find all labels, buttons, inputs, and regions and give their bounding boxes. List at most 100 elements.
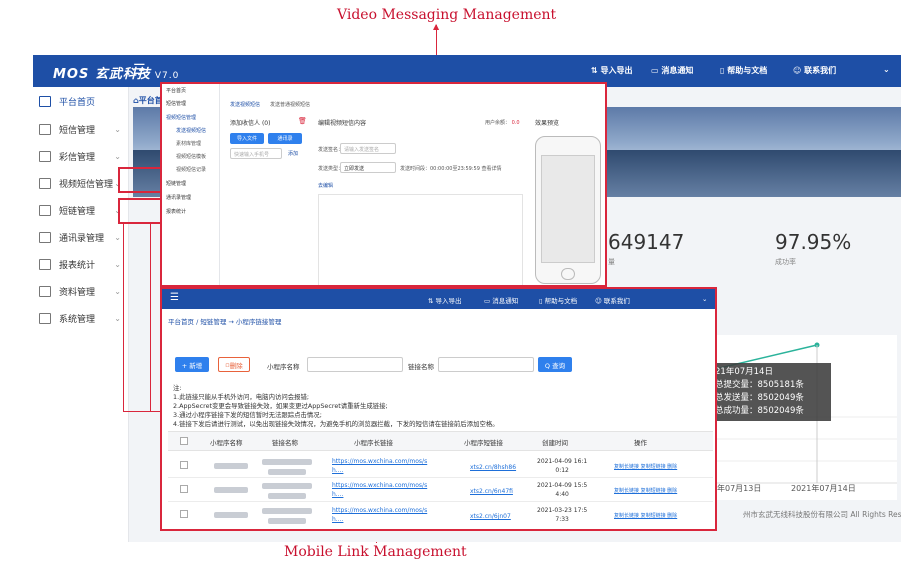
contact-link[interactable]: ☺ 联系我们 (793, 65, 836, 76)
blurred-link-name (262, 459, 312, 465)
blurred-link-name (262, 483, 312, 489)
video-panel-sidebar: 平台首页 短信管理 视频短信管理 发送视频短信 素材库管理 视频短信模板 视频短… (162, 84, 220, 285)
add-button[interactable]: + 新增 (175, 357, 209, 372)
stat-label-2: 成功率 (775, 258, 796, 266)
edit-content-link[interactable]: 去编辑 (318, 182, 333, 189)
home-icon (39, 96, 51, 107)
note-line: 3.通过小程序链接下发的短信暂时无法跟踪点击情况; (173, 411, 322, 419)
row-divider (168, 501, 713, 502)
menu-toggle-icon[interactable]: ☰ (133, 62, 146, 78)
recipient-title: 添加收信人 (0) (230, 120, 271, 127)
sign-input[interactable]: 请输入发送签名 (340, 143, 396, 154)
sidebar-item-send-video[interactable]: 发送视频短信 (176, 127, 206, 134)
row-actions[interactable]: 复制长链接 复制短链接 删除 (614, 487, 677, 496)
tab-send-video[interactable]: 发送视频短信 (230, 101, 260, 108)
import-file-button[interactable]: 导入文件 (230, 133, 264, 144)
preview-title: 效果预览 (535, 120, 560, 127)
content-editor-area[interactable] (318, 194, 523, 285)
sidebar-item-record[interactable]: 视频短信记录 (176, 166, 206, 173)
help-link[interactable]: ▯ 帮助与文档 (539, 295, 577, 305)
link-name-input[interactable] (438, 357, 534, 372)
short-link[interactable]: xts2.cn/6jn07 (470, 512, 511, 521)
user-dropdown-icon[interactable]: ⌄ (702, 295, 707, 303)
chevron-down-icon: ⌄ (114, 287, 121, 296)
sidebar-item-home[interactable]: 平台首页 (33, 89, 129, 114)
long-link[interactable]: https://mos.wxchina.com/mos/s h.... (332, 481, 427, 499)
long-link[interactable]: https://mos.wxchina.com/mos/s h.... (332, 506, 427, 524)
sidebar-item-mms[interactable]: 彩信管理 ⌄ (33, 144, 129, 169)
search-button[interactable]: Q 查询 (538, 357, 572, 372)
stat-value-1: 649147 (608, 230, 685, 254)
notice-link[interactable]: ▭ 消息通知 (651, 65, 693, 76)
select-all-checkbox[interactable] (180, 437, 188, 445)
blurred-mini-name (214, 487, 248, 493)
send-type-select[interactable]: 立即发送 (340, 162, 396, 173)
smile-icon: ☺ (595, 297, 602, 305)
recipient-add-link[interactable]: 添加 (288, 150, 298, 157)
sidebar-item-contacts[interactable]: 通讯录管理 ⌄ (33, 225, 129, 250)
sidebar-item-reports[interactable]: 报表统计 ⌄ (33, 252, 129, 277)
tab-send-normal-video[interactable]: 发送普通视频短信 (270, 101, 310, 108)
chart-tooltip: 21年07月14日 总提交量：8505181条 总发送量：8502049条 总成… (711, 363, 831, 421)
sidebar-item-home[interactable]: 平台首页 (166, 87, 186, 94)
connector-line (123, 224, 124, 412)
sidebar-item-contacts[interactable]: 通讯录管理 (166, 194, 191, 201)
mini-name-label: 小程序名称 (267, 363, 300, 371)
stat-label-1: 量 (608, 258, 615, 266)
user-dropdown-icon[interactable]: ⌄ (883, 65, 890, 74)
sidebar-item-sms[interactable]: 短信管理 ⌄ (33, 117, 129, 142)
book-icon: ▯ (720, 66, 725, 75)
x-tick-label: 2021年07月14日 (791, 484, 856, 493)
long-link[interactable]: https://mos.wxchina.com/mos/s h.... (332, 457, 427, 475)
row-actions[interactable]: 复制长链接 复制短链接 删除 (614, 463, 677, 472)
phone-screen (541, 155, 595, 263)
mini-name-input[interactable] (307, 357, 403, 372)
address-book-button[interactable]: 通讯录 (268, 133, 302, 144)
row-checkbox[interactable] (180, 510, 188, 518)
phone-preview (535, 136, 601, 284)
note-line: 2.AppSecret变更会导致链接失效，如果变更过AppSecret请重新生成… (173, 402, 388, 410)
row-checkbox[interactable] (180, 485, 188, 493)
link-breadcrumb[interactable]: 平台首页 / 短链管理 → 小程序链接管理 (168, 316, 281, 326)
notice-link[interactable]: ▭ 消息通知 (484, 295, 518, 305)
sidebar-item-video-sms[interactable]: 视频短信管理 ⌄ (33, 171, 129, 196)
sidebar-item-sms[interactable]: 短信管理 (166, 100, 186, 107)
short-link[interactable]: xts2.cn/6n47fi (470, 487, 513, 496)
image-icon (39, 151, 51, 162)
contact-link[interactable]: ☺ 联系我们 (595, 295, 630, 305)
sidebar-item-system[interactable]: 系统管理 ⌄ (33, 306, 129, 331)
sidebar-item-materials[interactable]: 资料管理 ⌄ (33, 279, 129, 304)
help-link[interactable]: ▯ 帮助与文档 (720, 65, 767, 76)
mail-icon (39, 124, 51, 135)
recipient-input[interactable]: 快速输入手机号 (230, 148, 282, 159)
highlight-video-sms (118, 167, 162, 193)
note-line: 4.链接下发后请进行测试，以免出现链接失效情况，为避免手机的浏览器拦截，下发的短… (173, 420, 499, 428)
sidebar-item-short-link[interactable]: 短链管理 (166, 180, 186, 187)
sidebar-item-short-link[interactable]: 短链管理 ⌄ (33, 198, 129, 223)
balance-hint: 用户余额： 0.0 (485, 120, 520, 126)
row-checkbox[interactable] (180, 461, 188, 469)
menu-toggle-icon[interactable]: ☰ (170, 292, 179, 303)
stat-value-2: 97.95% (775, 230, 852, 254)
trash-icon[interactable]: 🗑 (298, 117, 307, 125)
sidebar-item-reports[interactable]: 报表统计 (166, 208, 186, 215)
folder-icon (39, 313, 51, 324)
report-icon (39, 259, 51, 270)
created-time: 2021-03-23 17:5 7:33 (537, 507, 588, 523)
table-header: 小程序名称 链接名称 小程序长链接 小程序短链接 创建时间 操作 (168, 431, 713, 451)
sidebar-item-video-sms[interactable]: 视频短信管理 (166, 114, 196, 121)
annotation-arrow-top: ▲ (433, 22, 440, 31)
book-icon: ▯ (539, 297, 543, 305)
row-actions[interactable]: 复制长链接 复制短链接 删除 (614, 512, 677, 521)
blurred-link-name (262, 508, 312, 514)
chevron-down-icon: ⌄ (114, 125, 121, 134)
sidebar-item-material[interactable]: 素材库管理 (176, 140, 201, 147)
breadcrumb[interactable]: ⌂平台首 (133, 95, 163, 106)
sidebar-item-template[interactable]: 视频短信模板 (176, 153, 206, 160)
short-link[interactable]: xts2.cn/8hsh86 (470, 463, 516, 472)
export-link[interactable]: ⇅ 导入导出 (428, 295, 462, 305)
x-tick-label: 年07月13日 (717, 484, 762, 493)
export-link[interactable]: ⇅ 导入导出 (591, 65, 633, 76)
delete-button[interactable]: ▫ 删除 (218, 357, 250, 372)
message-icon: ▭ (484, 297, 491, 305)
